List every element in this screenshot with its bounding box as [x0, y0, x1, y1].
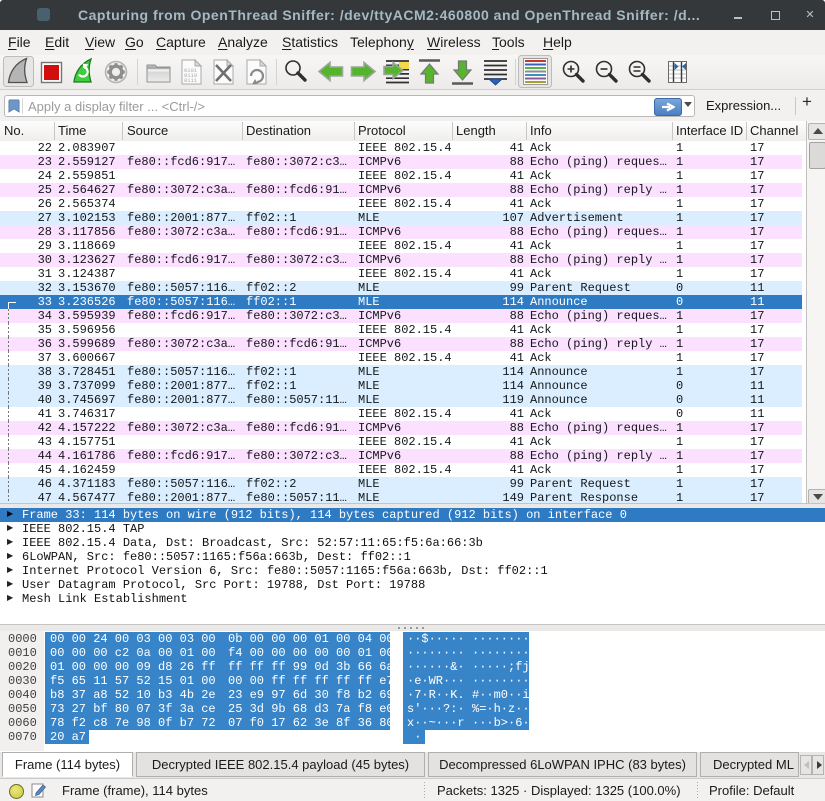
- svg-text:0111: 0111: [184, 77, 198, 84]
